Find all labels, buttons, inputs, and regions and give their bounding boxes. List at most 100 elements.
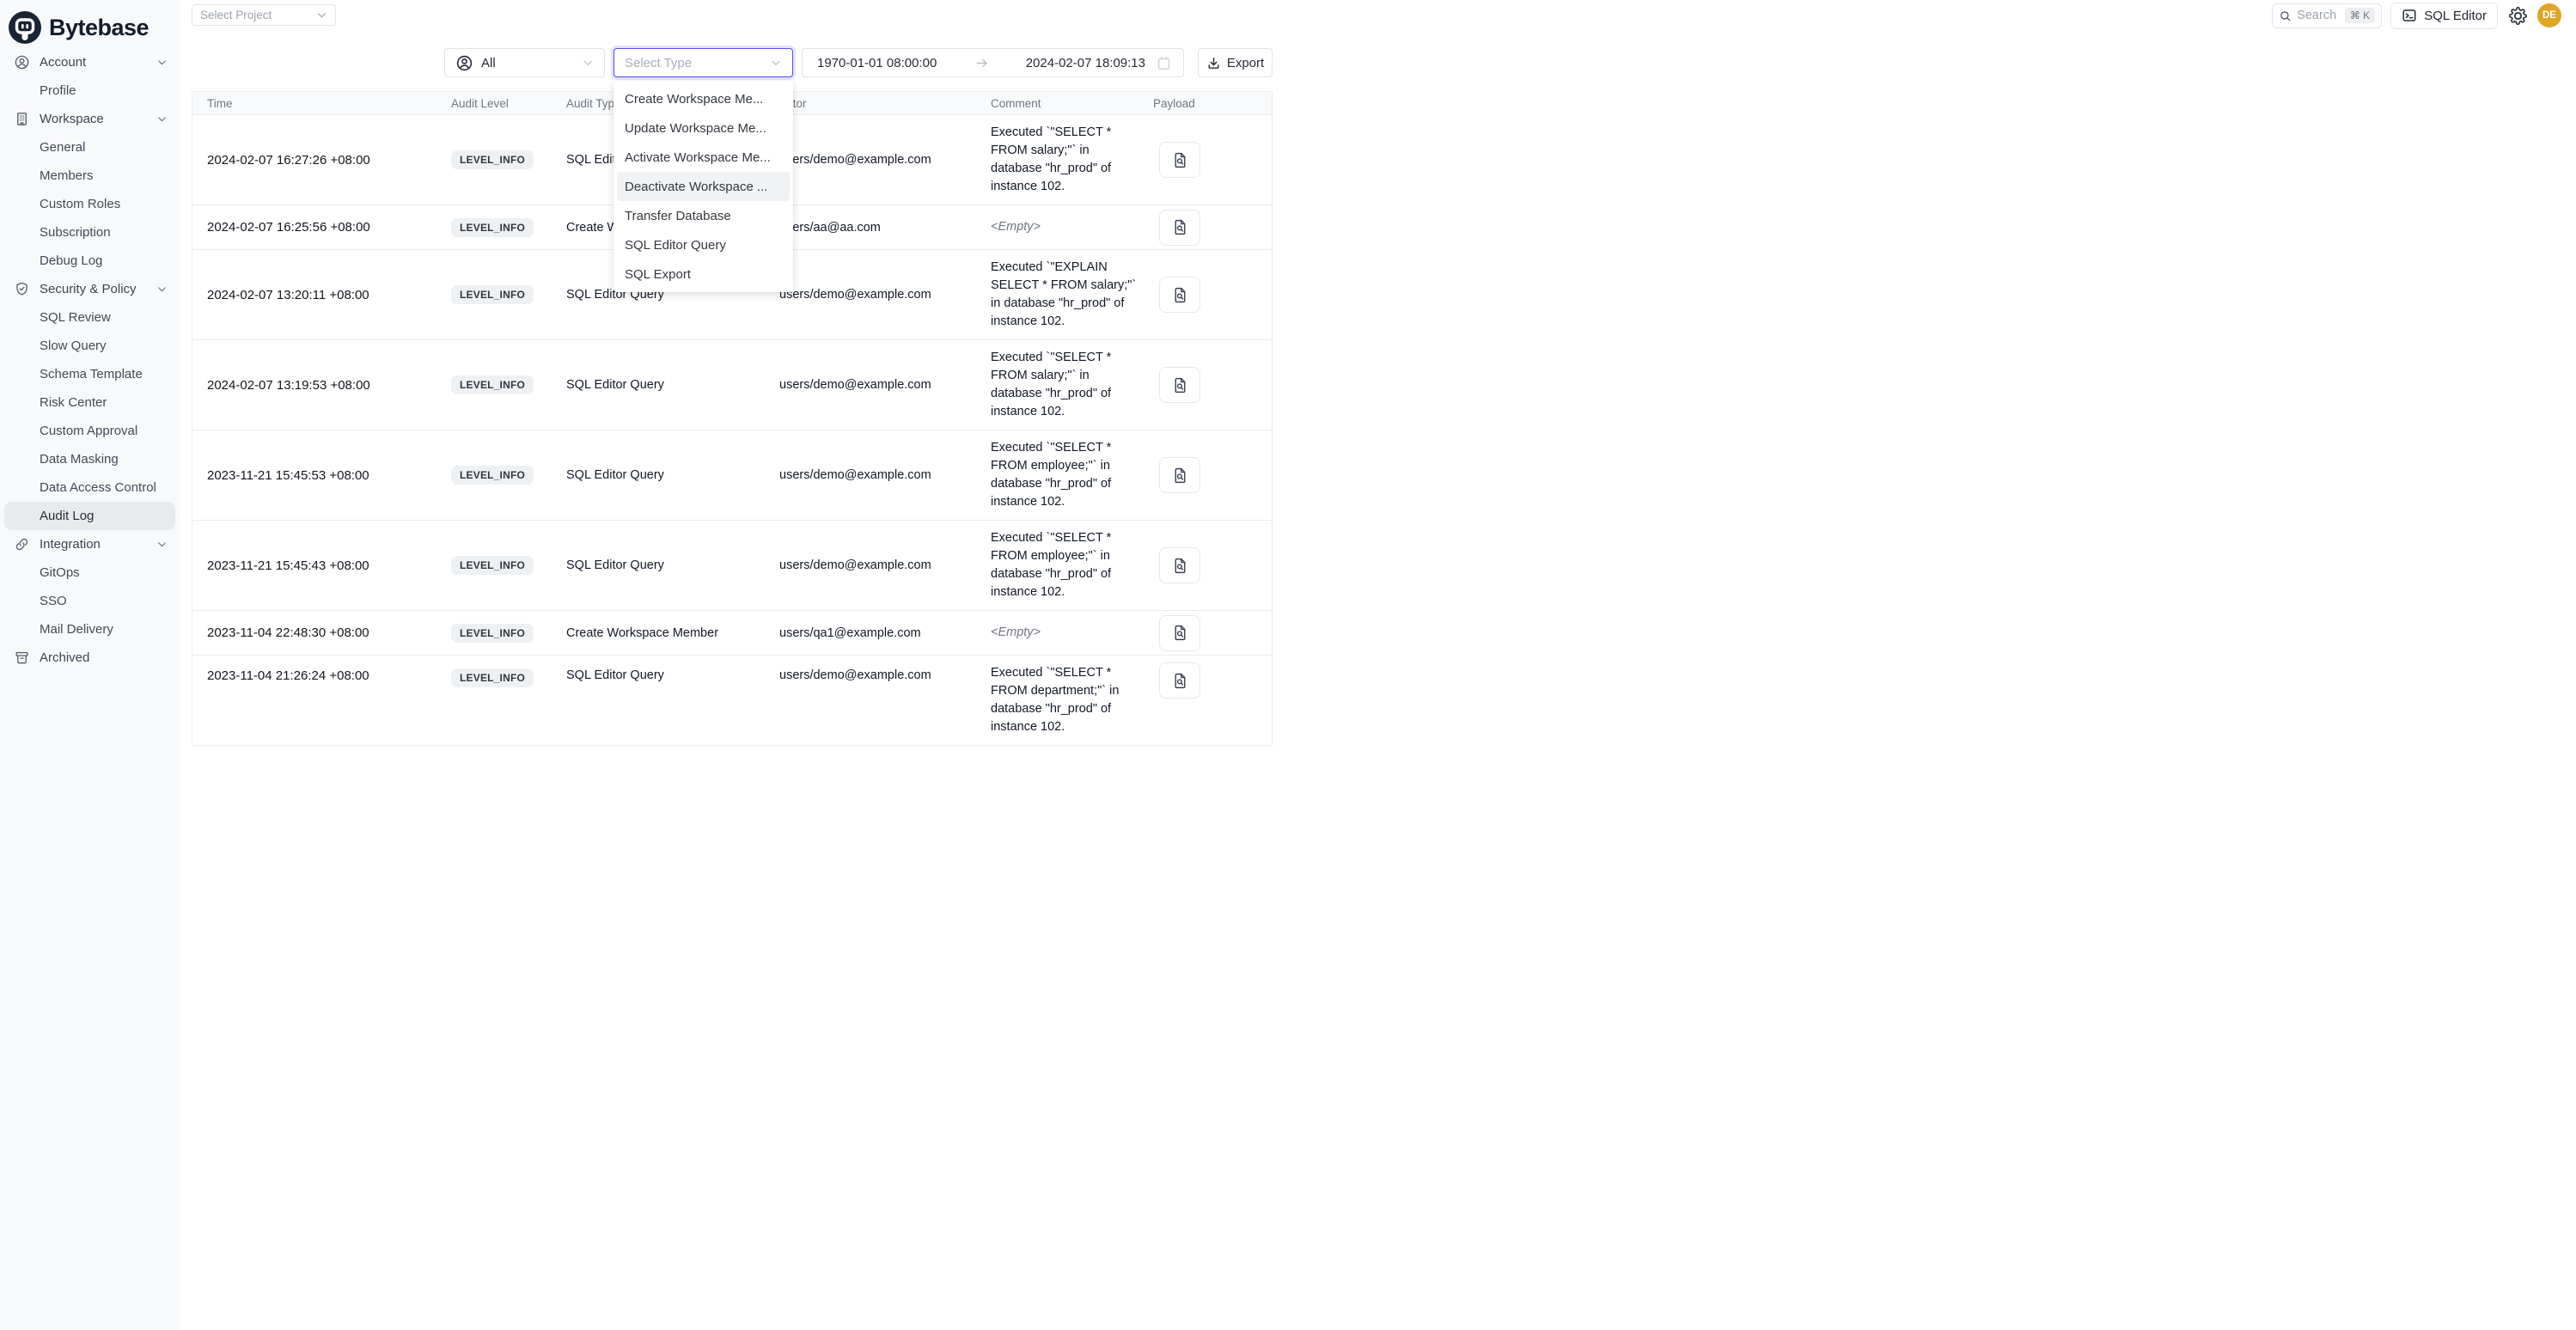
export-label: Export xyxy=(1227,56,1264,70)
column-header-payload: Payload xyxy=(1146,92,1272,114)
sidebar-item-slow-query[interactable]: Slow Query xyxy=(0,332,180,360)
cell-time: 2024-02-07 13:20:11 +08:00 xyxy=(192,250,444,339)
payload-view-button[interactable] xyxy=(1159,367,1200,403)
date-range-picker[interactable]: 1970-01-01 08:00:00 2024-02-07 18:09:13 xyxy=(802,48,1184,77)
sql-editor-button[interactable]: SQL Editor xyxy=(2390,3,2498,29)
sidebar-item-audit-log[interactable]: Audit Log xyxy=(4,502,175,530)
menu-item-sql-export[interactable]: SQL Export xyxy=(617,259,790,289)
actor-filter-value: All xyxy=(481,56,496,70)
table-row: 2023-11-21 15:45:53 +08:00 LEVEL_INFO SQ… xyxy=(192,430,1272,521)
audit-level-badge: LEVEL_INFO xyxy=(451,466,534,485)
sql-editor-label: SQL Editor xyxy=(2424,9,2487,23)
audit-level-badge: LEVEL_INFO xyxy=(451,556,534,575)
audit-level-badge: LEVEL_INFO xyxy=(451,150,534,169)
search-input[interactable]: Search ⌘ K xyxy=(2272,3,2382,28)
actor-filter-select[interactable]: All xyxy=(444,48,605,77)
sidebar-item-schema-template[interactable]: Schema Template xyxy=(0,360,180,388)
audit-level-badge: LEVEL_INFO xyxy=(451,668,534,687)
date-from-value: 1970-01-01 08:00:00 xyxy=(817,56,937,70)
chevron-down-icon xyxy=(316,9,327,21)
cell-audit-type: SQL Editor Query xyxy=(559,430,772,520)
chevron-down-icon xyxy=(156,113,168,125)
payload-view-button[interactable] xyxy=(1159,457,1200,493)
column-header-audit-level: Audit Level xyxy=(444,92,559,114)
audit-level-badge: LEVEL_INFO xyxy=(451,285,534,304)
sidebar-item-label: Mail Delivery xyxy=(40,622,113,637)
menu-item-sql-editor-query[interactable]: SQL Editor Query xyxy=(617,230,790,259)
type-filter-select[interactable]: Select Type xyxy=(613,48,793,77)
cell-actor: users/demo@example.com xyxy=(772,430,984,520)
type-filter-placeholder: Select Type xyxy=(625,56,692,70)
menu-item-deactivate-workspace-member[interactable]: Deactivate Workspace ... xyxy=(617,172,790,201)
sidebar-item-gitops[interactable]: GitOps xyxy=(0,558,180,587)
sidebar-item-data-access-control[interactable]: Data Access Control xyxy=(0,473,180,502)
sidebar-item-integration[interactable]: Integration xyxy=(0,530,180,558)
user-avatar[interactable]: DE xyxy=(2537,3,2561,27)
shield-check-icon xyxy=(14,281,30,297)
archive-icon xyxy=(14,650,30,666)
sidebar-item-label: Members xyxy=(40,168,94,183)
filter-bar: All Select Type 1970-01-01 08:00:00 2024… xyxy=(444,48,1273,77)
export-button[interactable]: Export xyxy=(1198,48,1273,77)
menu-item-activate-workspace-member[interactable]: Activate Workspace Me... xyxy=(617,143,790,172)
cell-actor: users/demo@example.com xyxy=(772,521,984,610)
cell-actor: users/qa1@example.com xyxy=(772,611,984,655)
sidebar-item-security-policy[interactable]: Security & Policy xyxy=(0,275,180,303)
cell-actor: users/demo@example.com xyxy=(772,340,984,430)
sidebar-item-label: Custom Roles xyxy=(40,197,120,211)
column-header-time: Time xyxy=(192,92,444,114)
sidebar-item-custom-approval[interactable]: Custom Approval xyxy=(0,417,180,445)
building-icon xyxy=(14,111,30,127)
cell-comment: Executed `"SELECT * FROM employee;"` in … xyxy=(984,430,1146,520)
sidebar-item-mail-delivery[interactable]: Mail Delivery xyxy=(0,615,180,644)
sidebar-item-label: Risk Center xyxy=(40,395,107,410)
table-row: 2024-02-07 13:19:53 +08:00 LEVEL_INFO SQ… xyxy=(192,340,1272,430)
bytebase-logo-icon xyxy=(9,11,41,44)
sidebar-item-label: Audit Log xyxy=(40,509,94,523)
payload-view-button[interactable] xyxy=(1159,547,1200,583)
payload-view-button[interactable] xyxy=(1159,615,1200,651)
sidebar-item-custom-roles[interactable]: Custom Roles xyxy=(0,190,180,218)
sidebar-item-label: Integration xyxy=(40,537,101,552)
menu-item-update-workspace-member[interactable]: Update Workspace Me... xyxy=(617,113,790,143)
sidebar-item-workspace[interactable]: Workspace xyxy=(0,105,180,133)
sidebar-item-data-masking[interactable]: Data Masking xyxy=(0,445,180,473)
menu-item-transfer-database[interactable]: Transfer Database xyxy=(617,201,790,230)
sidebar-item-debug-log[interactable]: Debug Log xyxy=(0,247,180,275)
payload-view-button[interactable] xyxy=(1159,210,1200,246)
payload-view-button[interactable] xyxy=(1159,662,1200,699)
cell-audit-type: Create Workspace Member xyxy=(559,611,772,655)
payload-view-button[interactable] xyxy=(1159,277,1200,313)
settings-gear-icon[interactable] xyxy=(2506,4,2529,27)
cell-time: 2023-11-04 22:48:30 +08:00 xyxy=(192,611,444,655)
sidebar-item-account[interactable]: Account xyxy=(0,48,180,76)
payload-view-button[interactable] xyxy=(1159,142,1200,178)
type-filter-dropdown-menu: Create Workspace Me... Update Workspace … xyxy=(613,81,793,292)
cell-actor: users/demo@example.com xyxy=(772,656,984,745)
chevron-down-icon xyxy=(156,57,168,68)
sidebar-item-risk-center[interactable]: Risk Center xyxy=(0,388,180,417)
user-circle-icon xyxy=(455,54,473,72)
cell-comment: <Empty> xyxy=(984,611,1146,655)
terminal-square-icon xyxy=(2402,8,2417,23)
sidebar-item-sql-review[interactable]: SQL Review xyxy=(0,303,180,332)
download-icon xyxy=(1206,56,1221,70)
cell-time: 2024-02-07 16:25:56 +08:00 xyxy=(192,205,444,249)
bytebase-logo[interactable]: Bytebase xyxy=(0,0,180,48)
sidebar-item-members[interactable]: Members xyxy=(0,162,180,190)
sidebar-item-archived[interactable]: Archived xyxy=(0,644,180,672)
sidebar-item-profile[interactable]: Profile xyxy=(0,76,180,105)
chevron-down-icon xyxy=(770,57,782,69)
sidebar-item-subscription[interactable]: Subscription xyxy=(0,218,180,247)
search-shortcut-kbd: ⌘ K xyxy=(2345,8,2375,23)
audit-level-badge: LEVEL_INFO xyxy=(451,375,534,394)
sidebar-item-label: General xyxy=(40,140,85,155)
sidebar-item-general[interactable]: General xyxy=(0,133,180,162)
menu-item-create-workspace-member[interactable]: Create Workspace Me... xyxy=(617,84,790,113)
sidebar-item-label: Custom Approval xyxy=(40,424,137,438)
sidebar-item-label: Security & Policy xyxy=(40,282,137,296)
sidebar-item-sso[interactable]: SSO xyxy=(0,587,180,615)
cell-time: 2023-11-21 15:45:43 +08:00 xyxy=(192,521,444,610)
project-select[interactable]: Select Project xyxy=(192,4,336,26)
sidebar-item-label: Schema Template xyxy=(40,367,143,381)
